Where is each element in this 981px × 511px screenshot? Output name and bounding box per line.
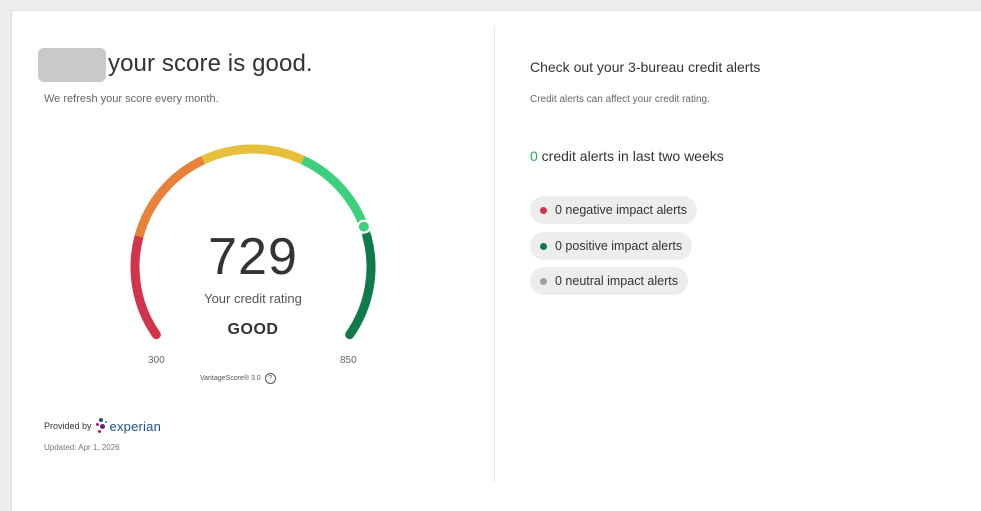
negative-dot-icon xyxy=(540,206,547,214)
neutral-dot-icon xyxy=(540,277,547,285)
provider-credit: Provided by experian xyxy=(44,418,161,434)
experian-logo: experian xyxy=(95,418,161,434)
gauge-segment xyxy=(201,144,305,165)
experian-dots-icon xyxy=(95,418,108,434)
gauge-max-label: 850 xyxy=(340,355,357,366)
negative-alerts-label: 0 negative impact alerts xyxy=(555,203,688,217)
neutral-alerts-label: 0 neutral impact alerts xyxy=(555,274,678,288)
alerts-count: 0 credit alerts in last two weeks xyxy=(530,148,724,164)
score-model-label: VantageScore® 3.0 xyxy=(200,375,261,382)
positive-dot-icon xyxy=(540,242,547,250)
updated-date: Updated: Apr 1, 2026 xyxy=(44,443,120,452)
provided-by-label: Provided by xyxy=(44,421,92,431)
neutral-alerts-pill[interactable]: 0 neutral impact alerts xyxy=(530,267,688,295)
score-gauge: 729 Your credit rating GOOD 300 850 Vant… xyxy=(118,135,388,395)
negative-alerts-pill[interactable]: 0 negative impact alerts xyxy=(530,196,698,224)
alerts-subtitle: Credit alerts can affect your credit rat… xyxy=(530,94,710,105)
help-icon[interactable]: ? xyxy=(264,373,276,384)
rating-label: Your credit rating xyxy=(204,291,302,306)
positive-alerts-pill[interactable]: 0 positive impact alerts xyxy=(530,232,693,260)
gauge-min-label: 300 xyxy=(148,355,165,366)
redacted-name xyxy=(38,48,106,82)
gauge-segment xyxy=(134,155,206,238)
score-headline: your score is good. xyxy=(108,50,313,77)
panel-divider xyxy=(494,26,495,482)
credit-score-value: 729 xyxy=(208,228,298,286)
alerts-count-text: credit alerts in last two weeks xyxy=(537,148,724,164)
alerts-title: Check out your 3-bureau credit alerts xyxy=(530,59,761,75)
credit-rating: GOOD xyxy=(227,321,279,338)
score-model: VantageScore® 3.0 ? xyxy=(200,373,276,384)
experian-wordmark: experian xyxy=(109,418,161,434)
alerts-count-number: 0 xyxy=(530,148,538,164)
refresh-note: We refresh your score every month. xyxy=(44,93,219,105)
positive-alerts-label: 0 positive impact alerts xyxy=(555,239,683,253)
